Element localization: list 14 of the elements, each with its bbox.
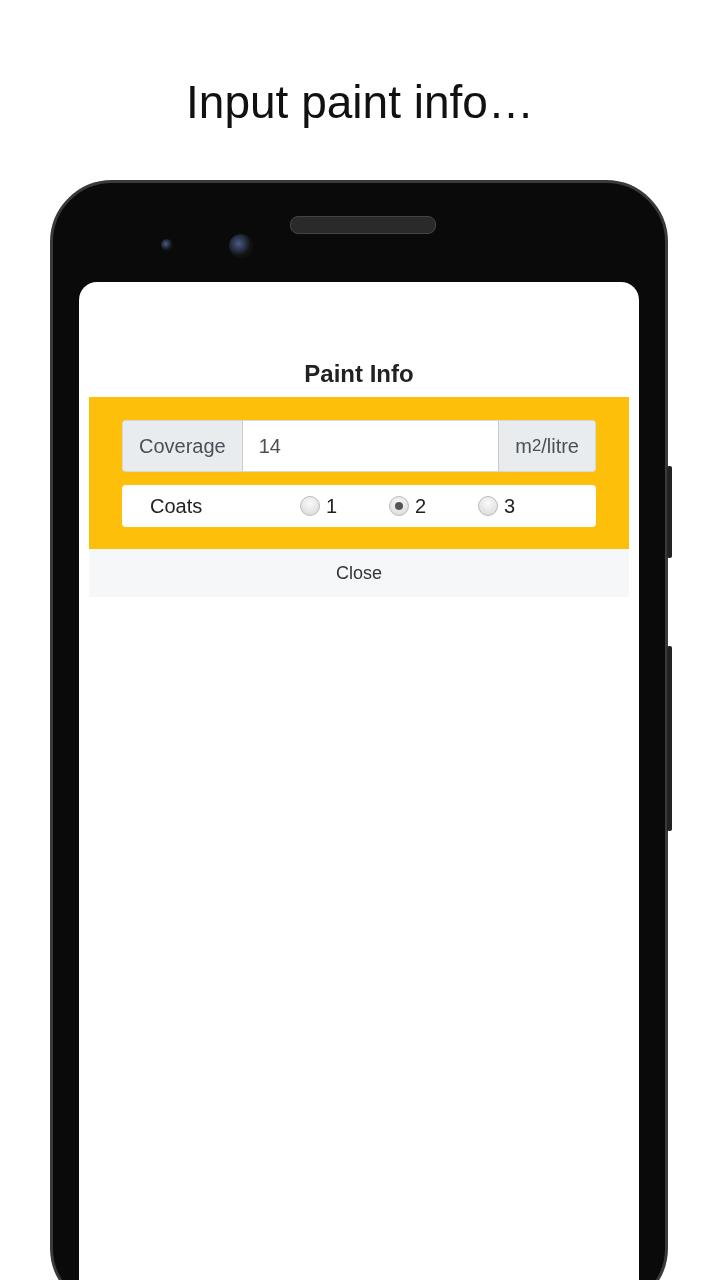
radio-label[interactable]: 1 xyxy=(326,494,338,518)
radio-label[interactable]: 3 xyxy=(504,494,516,518)
headline: Input paint info… xyxy=(185,75,535,130)
coats-label: Coats xyxy=(150,494,204,518)
camera-lens xyxy=(229,234,253,258)
coverage-label: Coverage xyxy=(122,420,243,472)
radio-button[interactable] xyxy=(389,496,409,516)
dialog-title: Paint Info xyxy=(303,362,415,389)
radio-button[interactable] xyxy=(300,496,320,516)
close-button[interactable]: Close xyxy=(89,549,629,597)
camera-lens xyxy=(161,239,173,251)
coverage-field[interactable]: 14 xyxy=(242,420,499,472)
radio-button[interactable] xyxy=(478,496,498,516)
radio-label[interactable]: 2 xyxy=(415,494,427,518)
